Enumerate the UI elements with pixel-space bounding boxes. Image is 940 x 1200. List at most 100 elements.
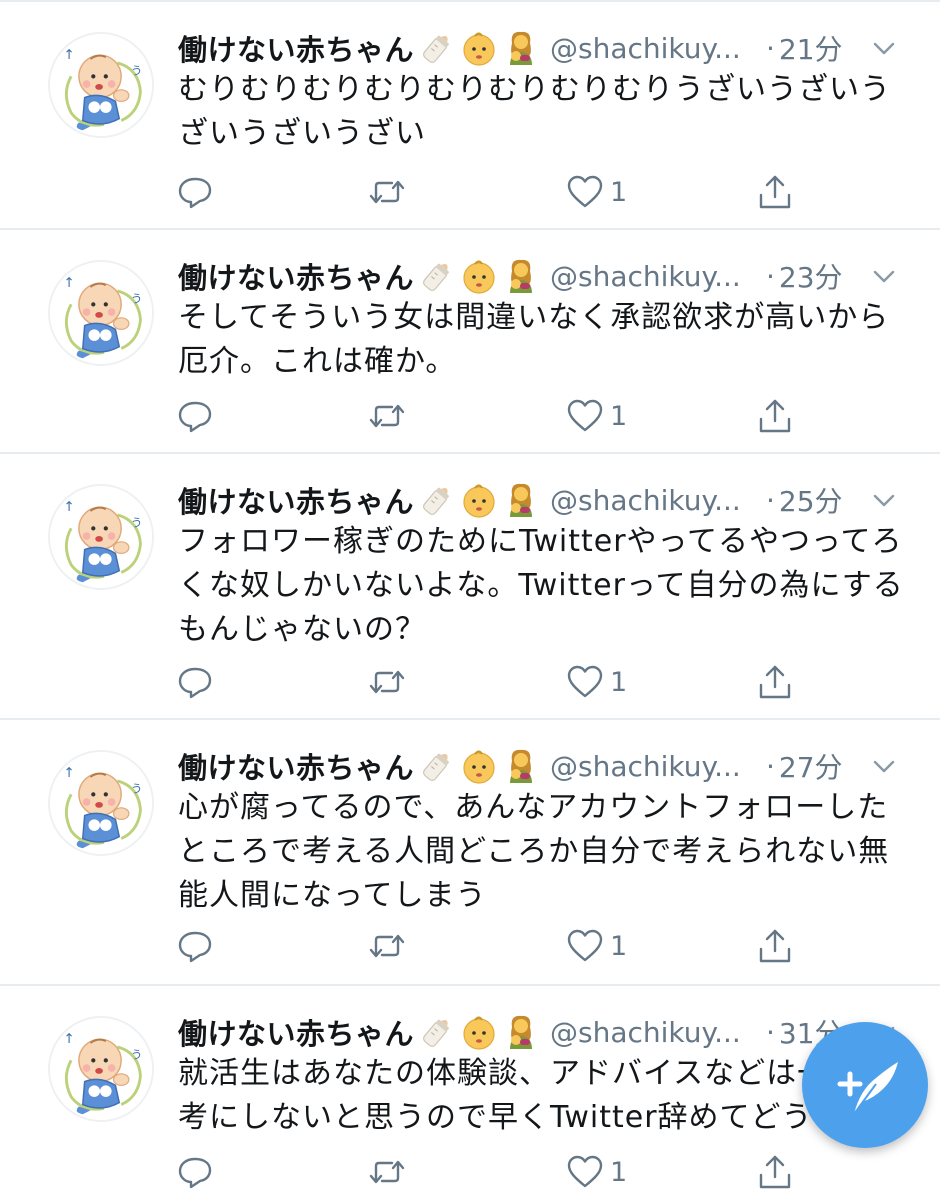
share-button[interactable]	[756, 394, 794, 438]
tweet-timestamp[interactable]: 27分	[779, 746, 843, 786]
share-button[interactable]	[756, 924, 794, 968]
reply-button[interactable]	[176, 924, 220, 968]
like-button[interactable]: 1	[566, 924, 627, 968]
breastfeeding-icon	[502, 481, 540, 519]
heart-icon	[566, 173, 604, 211]
heart-icon	[566, 663, 604, 701]
share-icon	[756, 1153, 794, 1191]
tweet-actions: 1	[176, 924, 820, 968]
separator-dot: ·	[766, 31, 775, 65]
like-button[interactable]: 1	[566, 394, 627, 438]
share-button[interactable]	[756, 660, 794, 704]
retweet-icon	[368, 1153, 406, 1191]
retweet-icon	[368, 927, 406, 965]
user-handle[interactable]: @shachikuy...	[550, 32, 758, 65]
tweet[interactable]: 働けない赤ちゃん @shachikuy... · 21分 むりむりむりむりむりむ…	[0, 2, 940, 230]
avatar[interactable]	[48, 1016, 154, 1122]
retweet-button[interactable]	[368, 394, 412, 438]
retweet-button[interactable]	[368, 660, 412, 704]
tweet-text: 心が腐ってるので、あんなアカウントフォローしたところで考える人間どころか自分で考…	[178, 790, 890, 913]
share-icon	[756, 173, 794, 211]
retweet-icon	[368, 663, 406, 701]
compose-tweet-button[interactable]	[802, 1022, 928, 1148]
reply-icon	[176, 397, 214, 435]
like-button[interactable]: 1	[566, 660, 627, 704]
reply-icon	[176, 663, 214, 701]
reply-button[interactable]	[176, 170, 220, 214]
share-button[interactable]	[756, 170, 794, 214]
reply-button[interactable]	[176, 1150, 220, 1194]
user-handle[interactable]: @shachikuy...	[550, 484, 758, 517]
baby-face-icon	[460, 481, 498, 519]
tweet-actions: 1	[176, 170, 820, 214]
baby-face-icon	[460, 29, 498, 67]
user-handle[interactable]: @shachikuy...	[550, 750, 758, 783]
avatar[interactable]	[48, 32, 154, 138]
like-button[interactable]: 1	[566, 1150, 627, 1194]
like-count: 1	[610, 666, 628, 698]
heart-icon	[566, 1153, 604, 1191]
separator-dot: ·	[766, 1015, 775, 1049]
timeline-feed[interactable]: 働けない赤ちゃん @shachikuy... · 21分 むりむりむりむりむりむ…	[0, 2, 940, 1200]
tweet-text: 就活生はあなたの体験談、アドバイスなどは一切参考にしないと思うので早くTwitt…	[178, 1056, 891, 1135]
tweet-header: 働けない赤ちゃん @shachikuy... · 21分	[178, 26, 920, 70]
avatar[interactable]	[48, 260, 154, 366]
tweet-text: そしてそういう女は間違いなく承認欲求が高いから厄介。これは確か。	[178, 300, 890, 379]
retweet-icon	[368, 397, 406, 435]
like-count: 1	[610, 930, 628, 962]
chevron-down-icon[interactable]	[870, 488, 898, 512]
heart-icon	[566, 927, 604, 965]
tweet[interactable]: 働けない赤ちゃん @shachikuy... · 23分 そしてそういう女は間違…	[0, 230, 940, 454]
baby-bottle-icon	[418, 1013, 456, 1051]
tweet-actions: 1	[176, 394, 820, 438]
tweet[interactable]: 働けない赤ちゃん @shachikuy... · 31分 就活生はあなたの体験談…	[0, 986, 940, 1200]
tweet-header: 働けない赤ちゃん @shachikuy... · 25分	[178, 478, 920, 522]
retweet-button[interactable]	[368, 924, 412, 968]
share-button[interactable]	[756, 1150, 794, 1194]
display-name[interactable]: 働けない赤ちゃん	[178, 745, 414, 787]
display-name[interactable]: 働けない赤ちゃん	[178, 255, 414, 297]
tweet[interactable]: 働けない赤ちゃん @shachikuy... · 25分 フォロワー稼ぎのために…	[0, 454, 940, 720]
avatar[interactable]	[48, 484, 154, 590]
display-name[interactable]: 働けない赤ちゃん	[178, 1011, 414, 1053]
heart-icon	[566, 397, 604, 435]
tweet-timestamp[interactable]: 23分	[779, 256, 843, 296]
user-handle[interactable]: @shachikuy...	[550, 260, 758, 293]
tweet-header: 働けない赤ちゃん @shachikuy... · 23分	[178, 254, 920, 298]
tweet-header: 働けない赤ちゃん @shachikuy... · 27分	[178, 744, 920, 788]
tweet-timestamp[interactable]: 25分	[779, 480, 843, 520]
share-icon	[756, 397, 794, 435]
like-button[interactable]: 1	[566, 170, 627, 214]
tweet-timestamp[interactable]: 21分	[779, 28, 843, 68]
reply-icon	[176, 1153, 214, 1191]
tweet-actions: 1	[176, 660, 820, 704]
baby-face-icon	[460, 747, 498, 785]
display-name[interactable]: 働けない赤ちゃん	[178, 479, 414, 521]
breastfeeding-icon	[502, 29, 540, 67]
retweet-button[interactable]	[368, 170, 412, 214]
display-name[interactable]: 働けない赤ちゃん	[178, 27, 414, 69]
separator-dot: ·	[766, 259, 775, 293]
like-count: 1	[610, 1156, 628, 1188]
baby-bottle-icon	[418, 481, 456, 519]
share-icon	[756, 663, 794, 701]
chevron-down-icon[interactable]	[870, 36, 898, 60]
like-count: 1	[610, 176, 628, 208]
reply-button[interactable]	[176, 394, 220, 438]
breastfeeding-icon	[502, 747, 540, 785]
baby-face-icon	[460, 257, 498, 295]
avatar[interactable]	[48, 750, 154, 856]
baby-bottle-icon	[418, 747, 456, 785]
reply-icon	[176, 927, 214, 965]
reply-icon	[176, 173, 214, 211]
reply-button[interactable]	[176, 660, 220, 704]
user-handle[interactable]: @shachikuy...	[550, 1016, 758, 1049]
chevron-down-icon[interactable]	[870, 264, 898, 288]
chevron-down-icon[interactable]	[870, 754, 898, 778]
retweet-button[interactable]	[368, 1150, 412, 1194]
separator-dot: ·	[766, 483, 775, 517]
tweet-actions: 1	[176, 1150, 820, 1194]
tweet[interactable]: 働けない赤ちゃん @shachikuy... · 27分 心が腐ってるので、あん…	[0, 720, 940, 986]
like-count: 1	[610, 400, 628, 432]
baby-bottle-icon	[418, 257, 456, 295]
